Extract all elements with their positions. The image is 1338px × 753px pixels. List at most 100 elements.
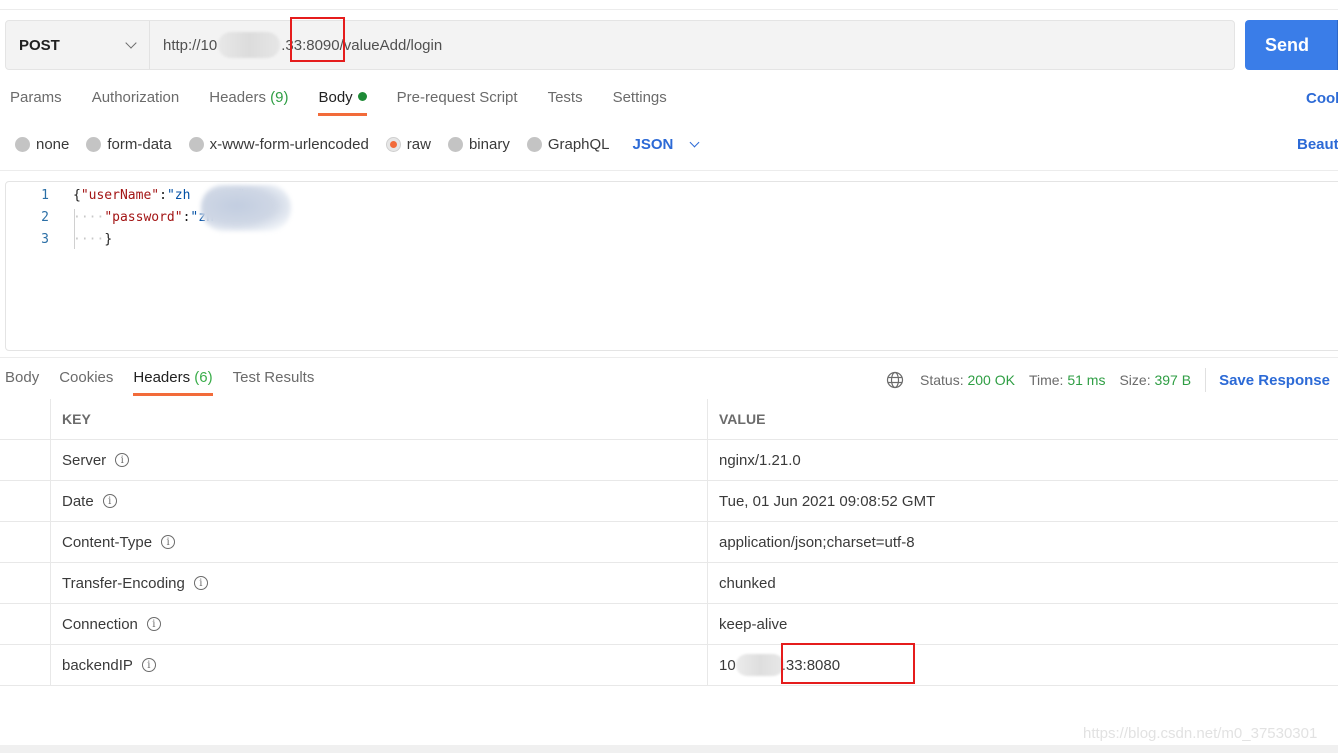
meta-divider xyxy=(1205,368,1207,392)
cookies-link[interactable]: Cool xyxy=(1306,90,1338,107)
tab-label: Body xyxy=(318,89,353,106)
body-type-radios: none form-data x-www-form-urlencoded raw… xyxy=(15,136,700,153)
redacted-blur xyxy=(735,654,784,676)
response-tabs: Body Cookies Headers (6) Test Results xyxy=(5,369,334,396)
radio-selected-icon xyxy=(385,137,401,152)
editor-line: 2 ····"password":"zh xyxy=(6,206,214,228)
tab-test-results[interactable]: Test Results xyxy=(233,369,315,396)
editor-line: 1 {"userName":"zh ng" xyxy=(6,184,245,206)
header-key-text: Connection xyxy=(62,615,138,633)
info-icon[interactable]: i xyxy=(161,535,176,549)
beautify-link[interactable]: Beaut xyxy=(1297,136,1338,153)
header-key: Date i xyxy=(51,481,708,521)
info-icon[interactable]: i xyxy=(146,617,161,631)
language-select[interactable]: JSON xyxy=(632,136,700,153)
table-header-row: KEY VALUE xyxy=(0,399,1338,440)
header-key-text: Transfer-Encoding xyxy=(62,574,185,592)
tab-label: Pre-request Script xyxy=(396,89,518,106)
tab-settings[interactable]: Settings xyxy=(613,89,667,116)
info-icon[interactable]: i xyxy=(193,576,208,590)
header-value: chunked xyxy=(719,574,776,592)
radio-none[interactable]: none xyxy=(15,136,69,153)
response-headers-table: KEY VALUE Server i nginx/1.21.0 Date i Tue… xyxy=(0,399,1338,686)
tab-params[interactable]: Params xyxy=(10,89,62,116)
annotation-red-box xyxy=(781,643,915,684)
divider xyxy=(0,170,1338,171)
table-spacer xyxy=(0,399,51,439)
header-key: backendIP i xyxy=(51,645,708,685)
radio-label: form-data xyxy=(107,136,172,153)
redacted-blur xyxy=(201,185,291,231)
radio-circle-icon xyxy=(86,137,102,152)
save-response-button[interactable]: Save Response xyxy=(1219,372,1330,389)
language-label: JSON xyxy=(632,136,674,153)
line-number: 3 xyxy=(41,231,49,247)
url-prefix: http://10 xyxy=(163,36,218,54)
bottom-bar xyxy=(0,745,1338,753)
tab-response-headers[interactable]: Headers (6) xyxy=(133,369,213,396)
status-value: 200 OK xyxy=(967,372,1015,388)
annotation-red-box xyxy=(290,17,345,62)
line-number: 2 xyxy=(41,209,49,225)
header-key-text: Server xyxy=(62,451,107,469)
tab-tests[interactable]: Tests xyxy=(548,89,583,116)
tab-label: Test Results xyxy=(232,369,315,386)
time-readout: Time: 51 ms xyxy=(1029,372,1106,388)
info-icon[interactable]: i xyxy=(115,453,130,467)
radio-form-data[interactable]: form-data xyxy=(86,136,172,153)
table-spacer xyxy=(0,645,51,685)
time-value: 51 ms xyxy=(1067,372,1106,388)
globe-icon[interactable] xyxy=(886,371,904,389)
tab-label: Headers xyxy=(133,369,191,386)
radio-raw[interactable]: raw xyxy=(385,136,431,153)
status-label: Status: xyxy=(920,372,964,388)
table-row: backendIP i 10 .33:8080 xyxy=(0,645,1338,686)
divider xyxy=(0,357,1338,358)
header-key-text: Date xyxy=(62,492,94,510)
column-header-value: VALUE xyxy=(719,411,766,427)
radio-label: binary xyxy=(468,136,510,153)
request-tabs: Params Authorization Headers (9) Body Pr… xyxy=(10,89,697,116)
code-token: : xyxy=(159,187,167,203)
size-readout: Size: 397 B xyxy=(1119,372,1191,388)
header-key: Transfer-Encoding i xyxy=(51,563,708,603)
info-icon[interactable]: i xyxy=(141,658,156,672)
tab-headers[interactable]: Headers (9) xyxy=(209,89,288,116)
code-token: { xyxy=(73,187,81,203)
tab-body[interactable]: Body xyxy=(318,89,367,116)
indent-guide xyxy=(74,209,75,249)
method-select[interactable]: POST xyxy=(6,21,150,69)
line-number: 1 xyxy=(41,187,49,203)
radio-label: raw xyxy=(406,136,431,153)
radio-circle-icon xyxy=(15,137,30,152)
radio-binary[interactable]: binary xyxy=(447,136,510,153)
tab-authorization[interactable]: Authorization xyxy=(92,89,180,116)
radio-label: GraphQL xyxy=(547,136,610,153)
tab-response-body[interactable]: Body xyxy=(5,369,39,396)
header-key: Connection i xyxy=(51,604,708,644)
body-editor[interactable]: 1 {"userName":"zh ng" 2 ····"password":"… xyxy=(5,181,1338,351)
header-key: Content-Type i xyxy=(51,522,708,562)
radio-label: none xyxy=(36,136,70,153)
header-key: Server i xyxy=(51,440,708,480)
tab-label: Settings xyxy=(612,89,667,106)
radio-x-www-form-urlencoded[interactable]: x-www-form-urlencoded xyxy=(188,136,369,153)
code-token: "password" xyxy=(104,209,183,225)
info-icon[interactable]: i xyxy=(102,494,117,508)
tab-label: Params xyxy=(10,89,62,106)
radio-circle-icon xyxy=(188,137,204,152)
code-token: "userName" xyxy=(80,187,160,203)
editor-line: 3 ····} xyxy=(6,228,112,250)
send-button[interactable]: Send xyxy=(1245,20,1338,70)
header-key-text: Content-Type xyxy=(62,533,153,551)
code-token: } xyxy=(104,231,113,247)
table-spacer xyxy=(0,522,51,562)
top-divider xyxy=(0,9,1338,10)
tab-label: Authorization xyxy=(91,89,180,106)
tab-pre-request-script[interactable]: Pre-request Script xyxy=(397,89,518,116)
code-line: ····"password":"zh xyxy=(73,210,214,225)
table-spacer xyxy=(0,604,51,644)
header-value: Tue, 01 Jun 2021 09:08:52 GMT xyxy=(719,492,936,510)
radio-graphql[interactable]: GraphQL xyxy=(526,136,610,153)
tab-response-cookies[interactable]: Cookies xyxy=(59,369,113,396)
